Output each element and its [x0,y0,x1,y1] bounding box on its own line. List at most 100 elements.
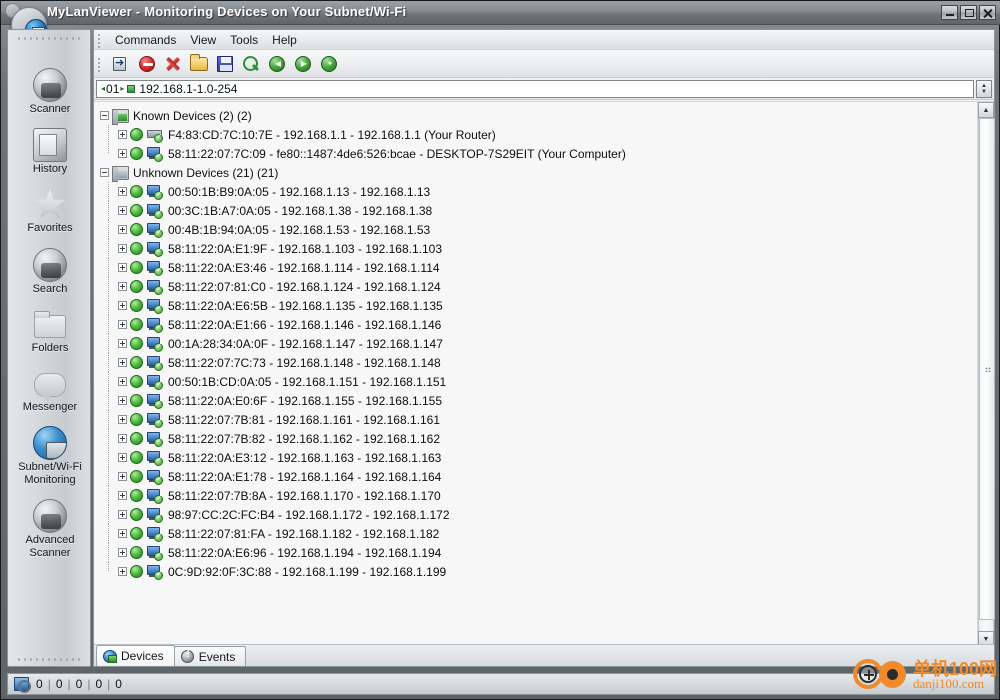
tree-device-row[interactable]: 58:11:22:07:81:FA - 192.168.1.182 - 192.… [98,524,977,543]
device-expander-icon[interactable] [118,548,127,557]
sidebar-item-advanced-scanner[interactable]: Advanced Scanner [8,499,90,560]
device-expander-icon[interactable] [118,187,127,196]
maximize-button[interactable] [960,5,977,20]
sidebar-item-messenger[interactable]: Messenger [8,368,90,414]
tree-vertical-scrollbar[interactable]: ▲ ▼ [977,102,995,647]
tree-device-row[interactable]: 58:11:22:07:7B:82 - 192.168.1.162 - 192.… [98,429,977,448]
application-window: MyLanViewer - Monitoring Devices on Your… [0,0,1000,700]
tree-device-row[interactable]: F4:83:CD:7C:10:7E - 192.168.1.1 - 192.16… [98,125,977,144]
tree-device-row[interactable]: 58:11:22:0A:E1:66 - 192.168.1.146 - 192.… [98,315,977,334]
tree-device-row[interactable]: 00:4B:1B:94:0A:05 - 192.168.1.53 - 192.1… [98,220,977,239]
device-expander-icon[interactable] [118,320,127,329]
tree-device-row[interactable]: 58:11:22:0A:E0:6F - 192.168.1.155 - 192.… [98,391,977,410]
range-next-icon[interactable]: ▸ [119,84,125,93]
tree-device-row[interactable]: 58:11:22:07:7B:8A - 192.168.1.170 - 192.… [98,486,977,505]
back-button[interactable] [264,52,290,76]
tree-device-row[interactable]: 58:11:22:0A:E6:96 - 192.168.1.194 - 192.… [98,543,977,562]
refresh-button[interactable] [316,52,342,76]
tree-device-row[interactable]: 58:11:22:0A:E1:9F - 192.168.1.103 - 192.… [98,239,977,258]
spinner-down-icon[interactable]: ▼ [981,89,987,95]
tree-device-row[interactable]: 58:11:22:07:7B:81 - 192.168.1.161 - 192.… [98,410,977,429]
device-expander-icon[interactable] [118,244,127,253]
toolbar-grip[interactable] [96,55,105,72]
sidebar-item-history[interactable]: History [8,128,90,176]
device-expander-icon[interactable] [118,149,127,158]
tree-device-row[interactable]: 00:50:1B:B9:0A:05 - 192.168.1.13 - 192.1… [98,182,977,201]
range-input[interactable]: ◂ 01 ▸ 192.168.1-1.0-254 [96,79,974,98]
device-expander-icon[interactable] [118,453,127,462]
stop-button[interactable] [134,52,160,76]
device-tree[interactable]: Known Devices (2) (2) F4:83:CD:7C:10:7E -… [94,102,977,647]
menu-bar: Commands View Tools Help [94,30,994,50]
device-expander-icon[interactable] [118,472,127,481]
sidebar-item-subnet-monitoring[interactable]: Subnet/Wi-Fi Monitoring [8,426,90,487]
device-expander-icon[interactable] [118,130,127,139]
menu-item-commands[interactable]: Commands [108,31,183,49]
device-expander-icon[interactable] [118,263,127,272]
device-expander-icon[interactable] [118,301,127,310]
tree-device-row[interactable]: 58:11:22:07:7C:73 - 192.168.1.148 - 192.… [98,353,977,372]
menu-item-tools[interactable]: Tools [223,31,265,49]
tree-device-row[interactable]: 00:50:1B:CD:0A:05 - 192.168.1.151 - 192.… [98,372,977,391]
sidebar-grip-top[interactable] [16,33,84,40]
device-expander-icon[interactable] [118,415,127,424]
scroll-track[interactable] [978,118,995,631]
device-expander-icon[interactable] [118,491,127,500]
tab-devices[interactable]: Devices [96,645,175,666]
search-button[interactable] [238,52,264,76]
tree-device-row[interactable]: 58:11:22:0A:E6:5B - 192.168.1.135 - 192.… [98,296,977,315]
tree-device-row[interactable]: 58:11:22:07:81:C0 - 192.168.1.124 - 192.… [98,277,977,296]
device-expander-icon[interactable] [118,529,127,538]
tree-device-row[interactable]: 00:3C:1B:A7:0A:05 - 192.168.1.38 - 192.1… [98,201,977,220]
scan-status-icon [14,676,31,693]
sidebar-item-search[interactable]: Search [8,248,90,296]
range-spinner[interactable]: ▲ ▼ [976,79,992,98]
tree-device-row[interactable]: 58:11:22:0A:E3:12 - 192.168.1.163 - 192.… [98,448,977,467]
save-button[interactable] [212,52,238,76]
device-expander-icon[interactable] [118,567,127,576]
menu-item-view[interactable]: View [183,31,223,49]
tree-device-row[interactable]: 58:11:22:07:7C:09 - fe80::1487:4de6:526:… [98,144,977,163]
device-expander-icon[interactable] [118,377,127,386]
open-button[interactable] [186,52,212,76]
tree-group-row[interactable]: Known Devices (2) (2) [98,106,977,125]
device-expander-icon[interactable] [118,434,127,443]
device-expander-icon[interactable] [118,396,127,405]
device-expander-icon[interactable] [118,206,127,215]
tree-group-row[interactable]: Unknown Devices (21) (21) [98,163,977,182]
status-indicator-online [130,432,143,445]
sidebar-item-favorites[interactable]: Favorites [8,188,90,235]
status-indicator-online [130,451,143,464]
group-expander-icon[interactable] [100,168,109,177]
tab-events[interactable]: Events [173,646,247,666]
device-label: 00:50:1B:B9:0A:05 - 192.168.1.13 - 192.1… [168,184,431,199]
menu-item-help[interactable]: Help [265,31,304,49]
sidebar-item-scanner[interactable]: Scanner [8,68,90,116]
close-button[interactable] [979,5,996,20]
tree-device-row[interactable]: 00:1A:28:34:0A:0F - 192.168.1.147 - 192.… [98,334,977,353]
minimize-button[interactable] [941,5,958,20]
menu-grip[interactable] [96,31,105,48]
open-folder-icon [190,53,208,71]
device-label: 98:97:CC:2C:FC:B4 - 192.168.1.172 - 192.… [168,507,450,522]
tree-device-row[interactable]: 98:97:CC:2C:FC:B4 - 192.168.1.172 - 192.… [98,505,977,524]
tree-device-row[interactable]: 58:11:22:0A:E1:78 - 192.168.1.164 - 192.… [98,467,977,486]
sidebar-item-folders[interactable]: Folders [8,308,90,355]
device-expander-icon[interactable] [118,282,127,291]
delete-button[interactable] [160,52,186,76]
tree-device-row[interactable]: 0C:9D:92:0F:3C:88 - 192.168.1.199 - 192.… [98,562,977,581]
device-expander-icon[interactable] [118,358,127,367]
tree-device-row[interactable]: 58:11:22:0A:E3:46 - 192.168.1.114 - 192.… [98,258,977,277]
range-index: 01 [106,81,120,96]
import-button[interactable] [108,52,134,76]
group-expander-icon[interactable] [100,111,109,120]
device-expander-icon[interactable] [118,510,127,519]
range-status-box-icon [127,84,136,93]
computer-icon [147,184,163,200]
scroll-up-button[interactable]: ▲ [978,102,994,118]
device-expander-icon[interactable] [118,225,127,234]
scroll-thumb[interactable] [979,118,995,620]
forward-button[interactable] [290,52,316,76]
sidebar-grip-bottom[interactable] [16,654,84,661]
device-expander-icon[interactable] [118,339,127,348]
